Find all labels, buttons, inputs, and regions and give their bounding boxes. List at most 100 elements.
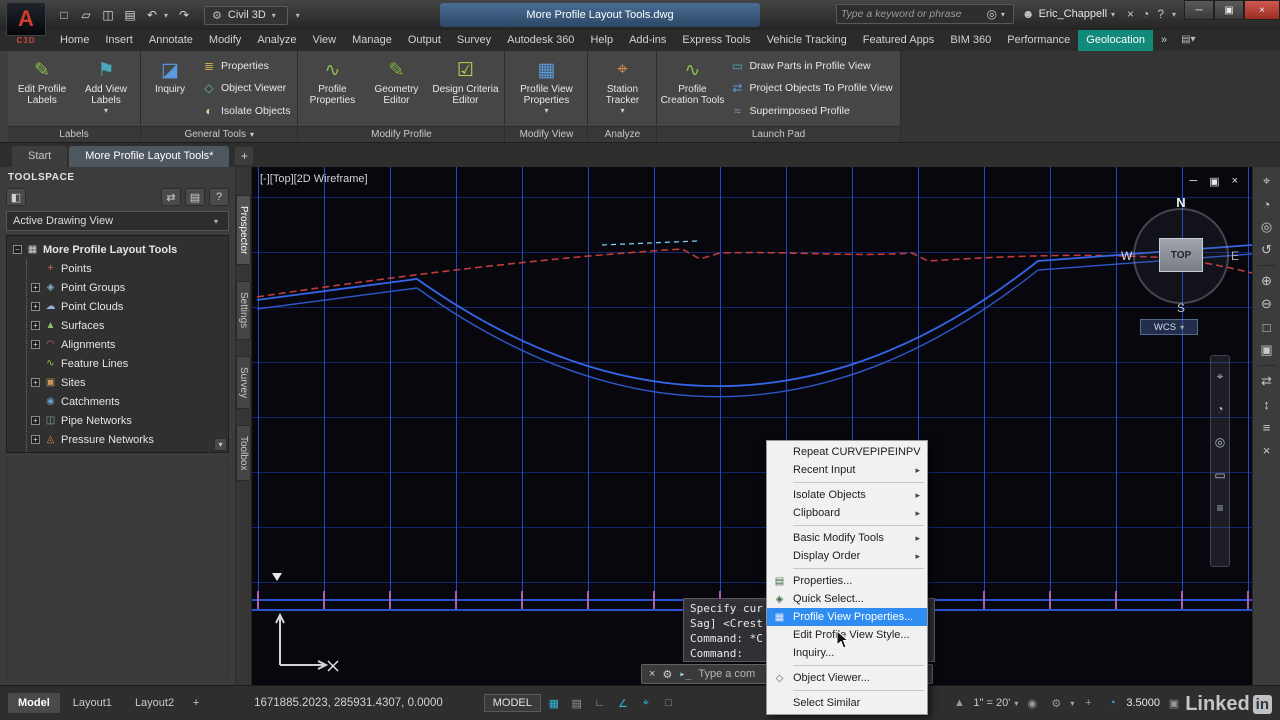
sign-in[interactable]: ☻ Eric_Chappell ▾ bbox=[1022, 7, 1119, 21]
viewcube-west[interactable]: W bbox=[1121, 249, 1132, 263]
a360-icon[interactable]: ◔ bbox=[1142, 7, 1149, 21]
dynamic-input-icon[interactable]: □ bbox=[659, 694, 679, 712]
menu-item-profile-view-properties[interactable]: ▦ Profile View Properties... bbox=[767, 608, 927, 626]
minimize-button[interactable]: ─ bbox=[1184, 0, 1214, 20]
menu-item-quick-select[interactable]: ◈ Quick Select... bbox=[767, 590, 927, 608]
panel-title-general-tools[interactable]: General Tools ▾ bbox=[141, 126, 298, 142]
edit-profile-labels-button[interactable]: ✎ Edit Profile Labels bbox=[11, 53, 73, 124]
tree-root[interactable]: − ▦ More Profile Layout Tools bbox=[13, 240, 214, 259]
tab-geolocation[interactable]: Geolocation bbox=[1078, 30, 1153, 51]
tab-view[interactable]: View bbox=[304, 30, 344, 51]
help-options-icon[interactable]: ▾ bbox=[1172, 10, 1180, 19]
tree-item-corridors[interactable]: + ▤ Corridors bbox=[31, 449, 214, 452]
viewport-minimize-icon[interactable]: ─ bbox=[1189, 175, 1197, 188]
swap-view-icon[interactable]: ⇄ bbox=[1261, 373, 1272, 389]
project-objects-button[interactable]: ⇄ Project Objects To Profile View bbox=[726, 79, 896, 98]
app-logo[interactable]: A C3D bbox=[6, 2, 46, 48]
tree-item-point-clouds[interactable]: + ☁ Point Clouds bbox=[31, 297, 214, 316]
viewcube-north[interactable]: N bbox=[1126, 195, 1236, 210]
new-layout-button[interactable]: + bbox=[187, 694, 205, 712]
tree-item-alignments[interactable]: + ◠ Alignments bbox=[31, 335, 214, 354]
pan-vertical-icon[interactable]: ↕ bbox=[1263, 396, 1270, 412]
search-box[interactable]: ◎ ▾ bbox=[835, 4, 1014, 24]
workspace-switcher[interactable]: ⚙ Civil 3D ▾ bbox=[204, 5, 288, 25]
zoom-window-icon[interactable]: □ bbox=[1263, 319, 1271, 335]
menu-item-display-order[interactable]: Display Order ▸ bbox=[767, 547, 927, 565]
tab-insert[interactable]: Insert bbox=[97, 30, 141, 51]
tab-annotate[interactable]: Annotate bbox=[141, 30, 201, 51]
exchange-apps-icon[interactable]: × bbox=[1127, 7, 1134, 21]
viewcube-top-face[interactable]: TOP bbox=[1159, 238, 1203, 272]
viewport-controls-label[interactable]: [-][Top][2D Wireframe] bbox=[260, 173, 368, 185]
file-tab-start[interactable]: Start bbox=[12, 146, 68, 167]
menu-item-recent-input[interactable]: Recent Input ▸ bbox=[767, 461, 927, 479]
expand-icon[interactable]: + bbox=[31, 435, 40, 444]
command-close-icon[interactable]: × bbox=[649, 668, 655, 680]
grid-display-icon[interactable]: ▦ bbox=[544, 694, 564, 712]
ortho-mode-icon[interactable]: ∟ bbox=[590, 694, 610, 712]
menu-item-basic-modify-tools[interactable]: Basic Modify Tools ▸ bbox=[767, 529, 927, 547]
performance-clock-icon[interactable]: ◔ bbox=[1102, 694, 1122, 712]
menu-item-select-similar[interactable]: Select Similar bbox=[767, 694, 927, 712]
tab-featured-apps[interactable]: Featured Apps bbox=[855, 30, 943, 51]
new-drawing-tab-button[interactable]: + bbox=[235, 147, 254, 165]
viewcube-east[interactable]: E bbox=[1231, 249, 1239, 263]
viewcube[interactable]: N W E S TOP WCS ▾ bbox=[1121, 195, 1239, 337]
zoom-icon[interactable]: ◎ bbox=[1215, 434, 1225, 450]
ribbon-cycle-icon[interactable]: ▤▾ bbox=[1173, 30, 1203, 51]
properties-button[interactable]: ≣ Properties bbox=[198, 57, 294, 76]
chevron-down-icon[interactable]: ▾ bbox=[1014, 699, 1018, 708]
menu-item-object-viewer[interactable]: ◇ Object Viewer... bbox=[767, 669, 927, 687]
toolspace-tab-settings[interactable]: Settings bbox=[236, 281, 251, 340]
wcs-menu[interactable]: WCS ▾ bbox=[1140, 319, 1198, 335]
inquiry-button[interactable]: ◪ Inquiry bbox=[144, 53, 196, 124]
zoom-out-icon[interactable]: ⊖ bbox=[1261, 296, 1272, 312]
panel-title-labels[interactable]: Labels bbox=[8, 126, 140, 142]
tree-item-pressure-networks[interactable]: + ◬ Pressure Networks bbox=[31, 430, 214, 449]
tree-item-sites[interactable]: + ▣ Sites bbox=[31, 373, 214, 392]
expand-icon[interactable]: + bbox=[31, 378, 40, 387]
orbit-icon[interactable]: ▭ bbox=[1214, 467, 1225, 483]
isolate-status-icon[interactable]: + bbox=[1078, 694, 1098, 712]
toolspace-help-icon[interactable]: ? bbox=[209, 188, 229, 206]
tab-output[interactable]: Output bbox=[400, 30, 449, 51]
showmotion-icon[interactable]: ≡ bbox=[1216, 500, 1223, 516]
tab-performance[interactable]: Performance bbox=[999, 30, 1078, 51]
menu-item-isolate-objects[interactable]: Isolate Objects ▸ bbox=[767, 486, 927, 504]
model-tab[interactable]: Model bbox=[8, 693, 60, 713]
redo-icon[interactable]: ↷ bbox=[174, 5, 194, 25]
geometry-editor-button[interactable]: ✎ Geometry Editor bbox=[365, 53, 427, 124]
viewport-close-icon[interactable]: × bbox=[1232, 175, 1238, 188]
snap-mode-icon[interactable]: ▤ bbox=[567, 694, 587, 712]
zoom-in-icon[interactable]: ⊕ bbox=[1261, 273, 1272, 289]
tab-autodesk-360[interactable]: Autodesk 360 bbox=[499, 30, 582, 51]
tree-item-surfaces[interactable]: + ▲ Surfaces bbox=[31, 316, 214, 335]
drawing-view-selector[interactable]: Active Drawing View ▾ bbox=[6, 211, 229, 231]
collapse-icon[interactable]: − bbox=[13, 245, 22, 254]
object-viewer-button[interactable]: ◇ Object Viewer bbox=[198, 79, 294, 98]
profile-creation-tools-button[interactable]: ∿ Profile Creation Tools bbox=[660, 53, 725, 124]
drawing-viewport[interactable]: [-][Top][2D Wireframe] ─ ▣ × N W E S TOP… bbox=[252, 167, 1252, 685]
annotation-scale-value[interactable]: 1" = 20' bbox=[973, 697, 1010, 709]
design-criteria-editor-button[interactable]: ☑ Design Criteria Editor bbox=[429, 53, 501, 124]
help-icon[interactable]: ? bbox=[1157, 7, 1164, 21]
panel-title-launch-pad[interactable]: Launch Pad bbox=[657, 126, 900, 142]
search-icon[interactable]: ◎ bbox=[986, 7, 996, 21]
qat-customize-icon[interactable]: ▾ bbox=[296, 11, 304, 20]
viewport-restore-icon[interactable]: ▣ bbox=[1209, 175, 1219, 188]
steering-wheel-icon[interactable]: ▣ bbox=[1260, 342, 1272, 358]
plot-icon[interactable]: ▤ bbox=[120, 5, 140, 25]
draw-parts-button[interactable]: ▭ Draw Parts in Profile View bbox=[726, 57, 896, 76]
undo-caret-icon[interactable]: ▾ bbox=[164, 11, 172, 20]
menu-item-clipboard[interactable]: Clipboard ▸ bbox=[767, 504, 927, 522]
save-icon[interactable]: ◫ bbox=[98, 5, 118, 25]
tab-add-ins[interactable]: Add-ins bbox=[621, 30, 674, 51]
panel-title-modify-profile[interactable]: Modify Profile bbox=[298, 126, 505, 142]
profile-properties-button[interactable]: ∿ Profile Properties bbox=[301, 53, 363, 124]
menu-item-repeat[interactable]: Repeat CURVEPIPEINPV bbox=[767, 443, 927, 461]
tree-item-feature-lines[interactable]: ∿ Feature Lines bbox=[31, 354, 214, 373]
tree-item-pipe-networks[interactable]: + ◫ Pipe Networks bbox=[31, 411, 214, 430]
close-button[interactable]: × bbox=[1244, 0, 1280, 20]
list-view-icon[interactable]: ≡ bbox=[1263, 419, 1271, 435]
model-space-toggle[interactable]: MODEL bbox=[483, 694, 541, 712]
